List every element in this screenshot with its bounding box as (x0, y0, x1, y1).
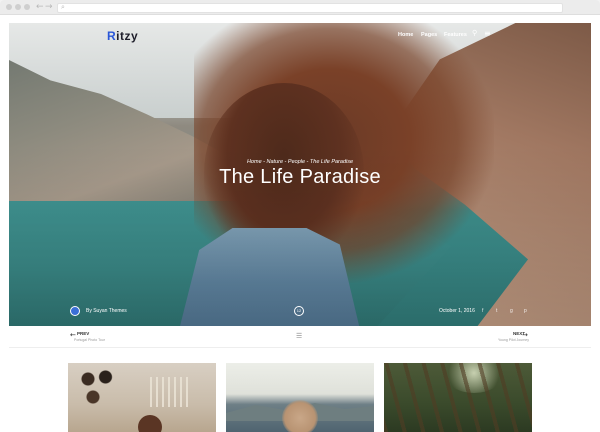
window-close-dot[interactable] (6, 4, 12, 10)
logo-text: itzy (116, 29, 139, 43)
thumb-macrame-decor (150, 377, 190, 407)
share-google-icon[interactable]: g (510, 308, 513, 314)
window-minimize-dot[interactable] (15, 4, 21, 10)
window-maximize-dot[interactable] (24, 4, 30, 10)
post-date: October 1, 2016 (439, 308, 475, 314)
author-byline[interactable]: By Suyan Themes (86, 308, 127, 314)
related-post-thumbnail-1[interactable] (68, 363, 216, 432)
nav-home[interactable]: Home (398, 32, 413, 38)
thumb-hats-decor (78, 367, 128, 407)
related-post-thumbnail-3[interactable] (384, 363, 532, 432)
hamburger-icon[interactable]: ≡ (484, 29, 491, 38)
browser-toolbar: ← → ⌕ (0, 0, 600, 15)
nav-features[interactable]: Features (444, 32, 467, 38)
thumb-person-head (138, 415, 162, 432)
author-avatar[interactable] (70, 306, 80, 316)
related-post-thumbnail-2[interactable] (226, 363, 374, 432)
thumb-tree-trunks (384, 363, 532, 432)
page-title: The Life Paradise (219, 166, 381, 188)
prev-post-title[interactable]: Portugal Photo Tour (74, 338, 105, 342)
address-bar[interactable]: ⌕ (57, 3, 563, 13)
prev-post-label[interactable]: PREV (77, 331, 89, 336)
thumb-person-hair (282, 400, 318, 432)
comments-badge[interactable]: 12 (294, 306, 304, 316)
address-search-icon: ⌕ (61, 3, 65, 11)
breadcrumb: Home - Nature - People - The Life Paradi… (246, 159, 354, 165)
logo-mark: R (107, 29, 117, 43)
back-arrow-icon[interactable]: ← (36, 1, 44, 13)
forward-arrow-icon[interactable]: → (45, 1, 53, 13)
share-facebook-icon[interactable]: f (482, 308, 483, 314)
share-twitter-icon[interactable]: t (496, 308, 497, 314)
browser-window: ← → ⌕ Ritzy Home Pages Features ⚲ ≡ Home… (0, 0, 600, 432)
nav-pages[interactable]: Pages (421, 32, 437, 38)
site-logo[interactable]: Ritzy (107, 29, 138, 43)
share-pinterest-icon[interactable]: p (524, 308, 527, 314)
next-post-title[interactable]: Young Pilot Journey (498, 338, 529, 342)
search-icon[interactable]: ⚲ (472, 29, 477, 37)
grid-icon[interactable]: ☰ (296, 332, 302, 340)
